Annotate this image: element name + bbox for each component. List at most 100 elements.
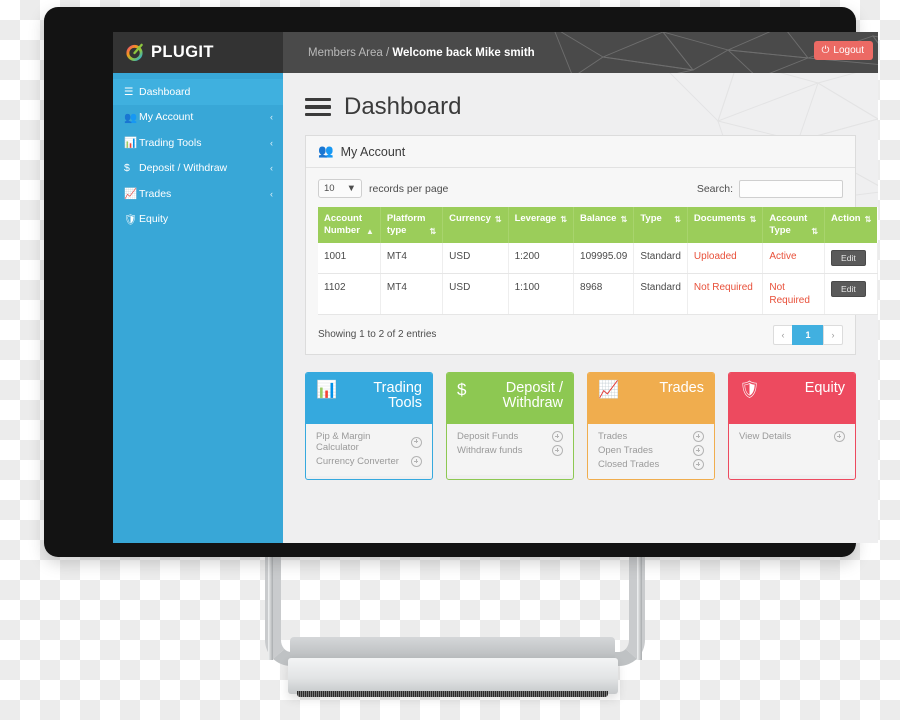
column-action[interactable]: Action ⇅	[824, 207, 878, 243]
monitor-stand-base-top	[290, 637, 615, 659]
card-header: $ Deposit / Withdraw	[447, 372, 573, 424]
breadcrumb-root[interactable]: Members Area	[308, 47, 383, 59]
column-leverage[interactable]: Leverage ⇅	[508, 207, 575, 243]
column-balance[interactable]: Balance ⇅	[573, 207, 635, 243]
card-title: Equity	[804, 379, 845, 396]
search-label: Search:	[696, 182, 733, 195]
card-equity[interactable]: 🛡 Equity View Details	[728, 371, 856, 480]
sidebar-item-deposit-withdraw[interactable]: $ Deposit / Withdraw ‹	[113, 156, 283, 182]
column-currency[interactable]: Currency ⇅	[442, 207, 509, 243]
plus-circle-icon	[834, 431, 845, 443]
monitor-stand-vent	[297, 691, 608, 697]
sort-icon: ⇅	[429, 226, 437, 236]
card-body: Pip & Margin Calculator Currency Convert…	[306, 423, 432, 476]
cell-account-type: Active	[762, 242, 826, 274]
panel-header: 👥 My Account	[306, 136, 855, 168]
monitor-stand-base	[288, 658, 618, 694]
card-trades[interactable]: 📈 Trades Trades Open Trades Closed Trade…	[587, 371, 715, 480]
cell-balance: 109995.09	[573, 242, 635, 274]
card-link[interactable]: Withdraw funds	[457, 444, 563, 458]
table-body: 1001 MT4 USD 1:200 109995.09 Standard Up…	[318, 242, 878, 315]
hamburger-icon[interactable]	[305, 97, 331, 117]
sidebar-item-label: Trading Tools	[139, 136, 202, 149]
search-control: Search:	[696, 179, 843, 198]
card-link[interactable]: Open Trades	[598, 444, 704, 458]
shield-icon: 🛡	[739, 379, 761, 399]
chevron-left-icon: ‹	[270, 163, 273, 174]
column-label: Currency	[449, 213, 491, 224]
app-body: ☰ Dashboard 👥 My Account ‹ 📊 Trading Too…	[113, 73, 878, 543]
sort-icon: ⇅	[494, 214, 502, 224]
card-trading-tools[interactable]: 📊 Trading Tools Pip & Margin Calculator …	[305, 371, 433, 480]
plus-circle-icon	[411, 436, 422, 448]
sidebar-item-label: Trades	[139, 187, 172, 200]
column-label: Platform type	[386, 213, 426, 236]
card-link-label: Currency Converter	[316, 456, 399, 468]
records-per-page-select[interactable]: 10 ▼	[318, 179, 362, 198]
column-account-type[interactable]: Account Type ⇅	[762, 207, 826, 243]
pagination-page-1[interactable]: 1	[792, 324, 824, 345]
card-link-label: Pip & Margin Calculator	[316, 431, 371, 454]
card-body: Trades Open Trades Closed Trades	[588, 423, 714, 479]
sidebar-item-dashboard[interactable]: ☰ Dashboard	[113, 79, 283, 105]
column-label: Documents	[693, 213, 746, 224]
plus-circle-icon	[693, 431, 704, 443]
app-header: PLUGIT Members Area / Welcome back Mike …	[113, 32, 878, 73]
card-link[interactable]: Deposit Funds	[457, 430, 563, 444]
cell-documents: Not Required	[687, 273, 764, 315]
edit-button[interactable]: Edit	[831, 280, 866, 297]
sidebar-item-trades[interactable]: 📈 Trades ‹	[113, 181, 283, 207]
column-label: Type	[640, 213, 662, 224]
card-link[interactable]: Closed Trades	[598, 458, 704, 472]
showing-entries-text: Showing 1 to 2 of 2 entries	[318, 329, 437, 341]
column-documents[interactable]: Documents ⇅	[687, 207, 764, 243]
sidebar-item-equity[interactable]: 🛡 Equity	[113, 207, 283, 233]
cell-account-type: Not Required	[762, 273, 826, 315]
column-label: Account Number	[324, 213, 362, 236]
column-type[interactable]: Type ⇅	[633, 207, 688, 243]
users-icon: 👥	[318, 144, 334, 158]
sidebar-item-trading-tools[interactable]: 📊 Trading Tools ‹	[113, 130, 283, 156]
card-deposit-withdraw[interactable]: $ Deposit / Withdraw Deposit Funds Withd…	[446, 371, 574, 480]
page-title-text: Dashboard	[344, 93, 462, 120]
card-header: 📊 Trading Tools	[306, 372, 432, 424]
sidebar-item-my-account[interactable]: 👥 My Account ‹	[113, 105, 283, 131]
card-link[interactable]: Trades	[598, 430, 704, 444]
search-input[interactable]	[739, 179, 843, 198]
plus-circle-icon	[552, 431, 563, 443]
pagination-next[interactable]: ›	[823, 324, 843, 345]
breadcrumb-separator: /	[382, 46, 393, 59]
sort-icon: ⇅	[560, 214, 568, 224]
shortcut-cards: 📊 Trading Tools Pip & Margin Calculator …	[305, 371, 856, 480]
cell-type: Standard	[633, 273, 688, 315]
cell-type: Standard	[633, 242, 688, 274]
cell-account-number: 1001	[318, 242, 381, 274]
card-link-label: Open Trades	[598, 445, 653, 457]
card-header: 🛡 Equity	[729, 372, 855, 424]
accounts-table: Account Number ▲ Platform type ⇅ Currenc…	[318, 207, 878, 315]
logout-button[interactable]: ⏻ Logout	[814, 41, 873, 60]
column-label: Action	[831, 213, 861, 224]
cell-leverage: 1:100	[508, 273, 575, 315]
cell-platform-type: MT4	[380, 273, 444, 315]
column-account-number[interactable]: Account Number ▲	[318, 207, 381, 243]
pagination-prev[interactable]: ‹	[773, 324, 793, 345]
card-link[interactable]: Pip & Margin Calculator	[316, 430, 422, 455]
main-content: Dashboard 👥 My Account 10 ▼ records per …	[283, 73, 878, 543]
column-label: Leverage	[514, 213, 557, 224]
card-link[interactable]: View Details	[739, 430, 845, 444]
signal-icon: 📈	[598, 379, 620, 399]
card-link[interactable]: Currency Converter	[316, 455, 422, 469]
my-account-panel: 👥 My Account 10 ▼ records per page Searc…	[305, 135, 878, 355]
cell-balance: 8968	[573, 273, 635, 315]
table-controls: 10 ▼ records per page Search:	[318, 179, 843, 198]
edit-button[interactable]: Edit	[831, 249, 866, 266]
logo-block[interactable]: PLUGIT	[113, 32, 283, 73]
screenshot-stage: PLUGIT Members Area / Welcome back Mike …	[0, 0, 900, 720]
column-platform-type[interactable]: Platform type ⇅	[380, 207, 444, 243]
hamburger-icon: ☰	[124, 85, 134, 98]
table-head: Account Number ▲ Platform type ⇅ Currenc…	[318, 207, 878, 243]
chevron-left-icon: ‹	[270, 112, 273, 123]
sidebar: ☰ Dashboard 👥 My Account ‹ 📊 Trading Too…	[113, 73, 283, 543]
dollar-icon: $	[457, 379, 467, 399]
